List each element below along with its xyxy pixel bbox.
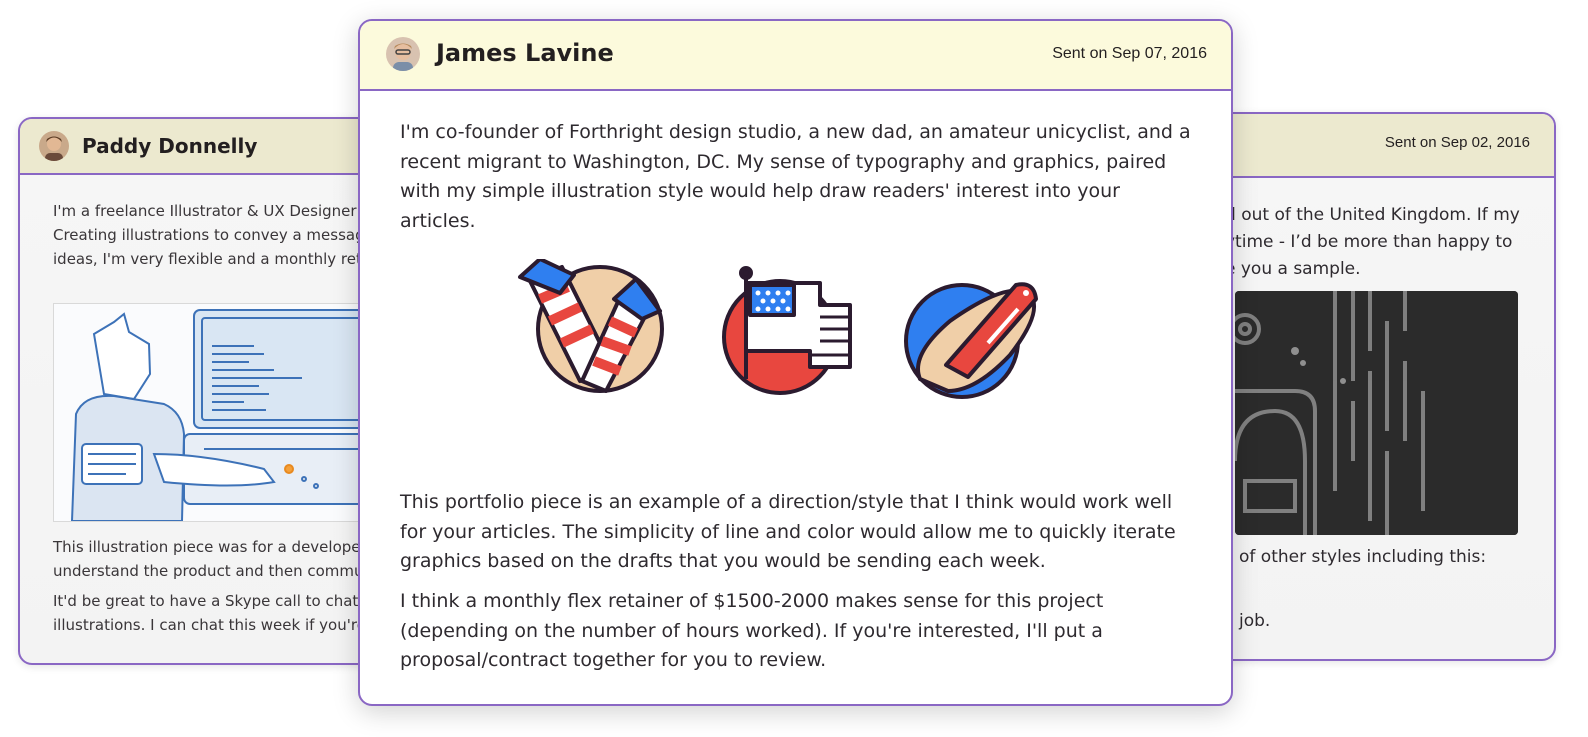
text-line: illustrations. I can chat this week if y… (53, 616, 376, 634)
text-line: e you a sample. (1225, 259, 1361, 279)
text-line: ideas, I'm very flexible and a monthly r… (53, 250, 376, 268)
message-paragraph-portfolio: This portfolio piece is an example of a … (400, 491, 1176, 572)
text-line: I'm a freelance Illustrator & UX Designe… (53, 202, 377, 220)
message-paragraph-retainer: I think a monthly flex retainer of $1500… (400, 590, 1104, 671)
sent-date: Sent on Sep 02, 2016 (1384, 134, 1530, 151)
message-paragraph-intro: I'm co-founder of Forthright design stud… (400, 121, 1191, 232)
sender-name: Paddy Donnelly (82, 134, 258, 158)
message-card-paddy-donnelly[interactable]: Paddy Donnelly I'm a freelance Illustrat… (18, 117, 380, 665)
card-header: Paddy Donnelly (20, 119, 378, 175)
text-line: understand the product and then commun (53, 562, 374, 580)
message-card-right[interactable]: Sent on Sep 02, 2016 d out of the United… (1205, 112, 1556, 661)
portfolio-illustration (1235, 291, 1518, 535)
message-text: job. (1239, 611, 1271, 631)
text-line: Creating illustrations to convey a messa… (53, 226, 374, 244)
avatar (386, 37, 420, 71)
text-line: d out of the United Kingdom. If my (1225, 205, 1520, 225)
message-intro: I'm a freelance Illustrator & UX Designe… (53, 199, 377, 271)
portfolio-illustration (53, 303, 378, 522)
portfolio-icons (510, 259, 1050, 409)
sent-date: Sent on Sep 07, 2016 (1052, 45, 1207, 62)
message-body: This illustration piece was for a develo… (53, 535, 380, 637)
hotdog-icon (904, 282, 1038, 399)
avatar (39, 131, 69, 161)
sender-name: James Lavine (436, 39, 614, 67)
text-line: ytime - I’d be more than happy to (1225, 232, 1513, 252)
message-card-james-lavine[interactable]: James Lavine Sent on Sep 07, 2016 I'm co… (358, 19, 1233, 706)
text-line: This illustration piece was for a develo… (53, 538, 372, 556)
message-intro: d out of the United Kingdom. If my ytime… (1225, 202, 1520, 283)
message-text: of other styles including this: (1239, 547, 1487, 567)
text-line: It'd be great to have a Skype call to ch… (53, 592, 380, 610)
card-header: James Lavine Sent on Sep 07, 2016 (360, 21, 1231, 91)
card-header: Sent on Sep 02, 2016 (1207, 114, 1554, 178)
